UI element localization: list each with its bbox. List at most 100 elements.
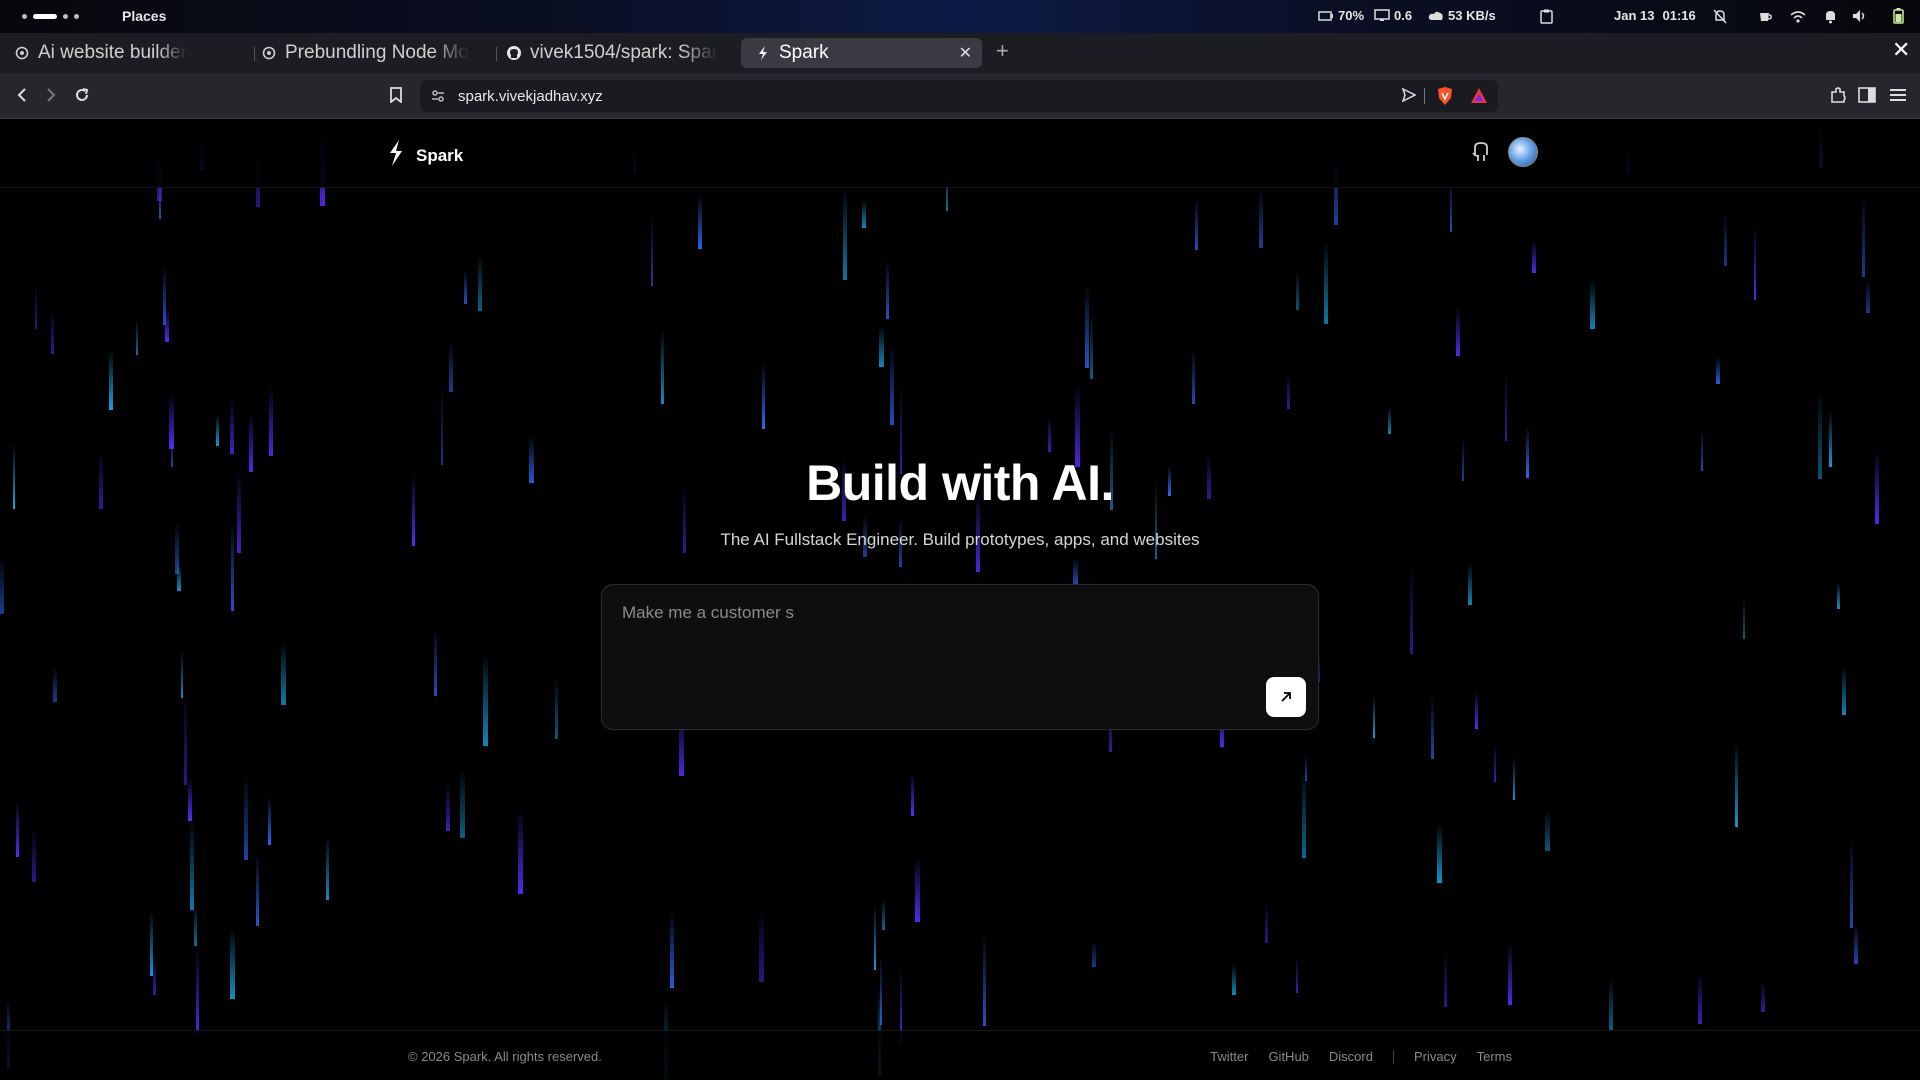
rain-streak (911, 772, 914, 816)
rain-streak (136, 319, 138, 355)
rain-streak (177, 564, 181, 591)
new-tab-button[interactable]: + (996, 38, 1009, 64)
footer-link-terms[interactable]: Terms (1477, 1049, 1512, 1064)
rain-streak (762, 363, 765, 429)
load-status: 0.6 (1374, 8, 1412, 23)
bell-icon[interactable] (1821, 7, 1839, 25)
rain-streak (464, 269, 467, 304)
workspace-indicator[interactable] (22, 14, 79, 19)
rain-streak (1854, 923, 1858, 964)
notifications-off-icon[interactable] (1711, 7, 1729, 25)
places-menu[interactable]: Places (122, 8, 166, 24)
prompt-box (601, 584, 1319, 730)
tab-separator (496, 47, 497, 61)
github-link-icon[interactable] (1468, 139, 1494, 165)
site-settings-icon[interactable] (430, 88, 446, 109)
share-icon[interactable] (1401, 87, 1417, 107)
rain-streak (181, 650, 183, 698)
bookmark-icon[interactable] (384, 83, 408, 107)
address-divider (1424, 88, 1425, 104)
rain-streak (661, 328, 664, 404)
rain-streak (698, 195, 702, 249)
rain-streak (230, 928, 235, 999)
rain-streak (1437, 823, 1442, 883)
rain-streak (1444, 951, 1447, 1007)
back-icon[interactable] (10, 83, 34, 107)
close-tab-icon[interactable]: ✕ (959, 43, 972, 63)
footer-link-discord[interactable]: Discord (1329, 1049, 1373, 1064)
battery-charging-icon[interactable] (1889, 7, 1907, 25)
prompt-input[interactable] (620, 601, 1244, 705)
arrow-up-right-icon (1281, 692, 1291, 702)
forward-icon[interactable] (39, 83, 63, 107)
rain-streak (886, 260, 889, 319)
browser-toolbar: spark.vivekjadhav.xyz (0, 73, 1920, 119)
rain-streak (1195, 197, 1198, 250)
rain-streak (874, 904, 876, 970)
brave-shields-icon[interactable] (1436, 86, 1454, 111)
rain-streak (555, 676, 558, 739)
rain-streak (1545, 810, 1550, 851)
coffee-icon[interactable] (1756, 7, 1774, 25)
wifi-icon[interactable] (1789, 7, 1807, 25)
browser-tab-bar: Ai website builder Prebundling Node Mo v… (0, 33, 1920, 73)
rain-streak (983, 933, 986, 1026)
close-window-icon[interactable]: ✕ (1892, 37, 1910, 63)
rain-streak (165, 308, 169, 342)
tab-prebundling-node[interactable]: Prebundling Node Mo (261, 38, 479, 68)
rain-streak (879, 326, 884, 367)
footer-link-github[interactable]: GitHub (1268, 1049, 1308, 1064)
address-bar[interactable]: spark.vivekjadhav.xyz (420, 80, 1498, 112)
site-footer: © 2026 Spark. All rights reserved. Twitt… (0, 1030, 1920, 1080)
rain-streak (1735, 741, 1738, 827)
rain-streak (1532, 240, 1536, 273)
rain-streak (281, 642, 286, 705)
rain-streak (518, 809, 523, 894)
rain-streak (35, 283, 37, 329)
rain-streak (862, 200, 866, 228)
footer-copyright: © 2026 Spark. All rights reserved. (408, 1049, 602, 1064)
footer-link-privacy[interactable]: Privacy (1414, 1049, 1457, 1064)
tab-ai-website-builder[interactable]: Ai website builder (14, 38, 244, 68)
volume-icon[interactable] (1851, 7, 1869, 25)
rain-streak (194, 905, 197, 946)
rain-streak (1259, 188, 1263, 248)
menu-icon[interactable] (1886, 83, 1910, 107)
rain-streak (184, 692, 187, 785)
brand-logo[interactable]: Spark (386, 139, 463, 172)
footer-link-twitter[interactable]: Twitter (1210, 1049, 1248, 1064)
rain-streak (441, 385, 443, 465)
spark-logo-icon (386, 139, 406, 172)
rain-streak (326, 835, 329, 900)
rain-streak (1754, 225, 1756, 300)
extensions-icon[interactable] (1826, 83, 1850, 107)
network-status: 53 KB/s (1428, 8, 1496, 23)
rain-streak (1296, 271, 1299, 310)
rain-streak (1192, 348, 1195, 404)
reload-icon[interactable] (70, 83, 94, 107)
brave-rewards-icon[interactable] (1470, 87, 1488, 110)
sidebar-icon[interactable] (1855, 83, 1879, 107)
user-avatar[interactable] (1508, 137, 1538, 167)
rain-streak (1456, 307, 1460, 356)
web-page: Spark Build with AI. The AI Fullstack En… (0, 119, 1920, 1080)
rain-streak (230, 399, 234, 454)
rain-streak (670, 911, 674, 988)
clock[interactable]: Jan 13 01:16 (1614, 8, 1696, 23)
rain-streak (1302, 769, 1306, 858)
battery-status: 70% (1318, 8, 1364, 23)
rain-streak (1431, 695, 1434, 759)
submit-prompt-button[interactable] (1266, 677, 1306, 717)
rain-streak (1265, 902, 1268, 943)
url-text: spark.vivekjadhav.xyz (458, 88, 603, 105)
tab-github-spark[interactable]: vivek1504/spark: Spar (506, 38, 724, 68)
rain-streak (109, 350, 113, 410)
spark-icon (755, 45, 771, 61)
tab-spark[interactable]: Spark ✕ (741, 38, 982, 68)
rain-streak (1716, 357, 1720, 384)
rain-streak (1410, 562, 1413, 654)
rain-streak (460, 769, 465, 838)
clipboard-icon[interactable] (1537, 7, 1555, 25)
rain-streak (1373, 694, 1375, 738)
hero-title: Build with AI. (806, 455, 1114, 511)
